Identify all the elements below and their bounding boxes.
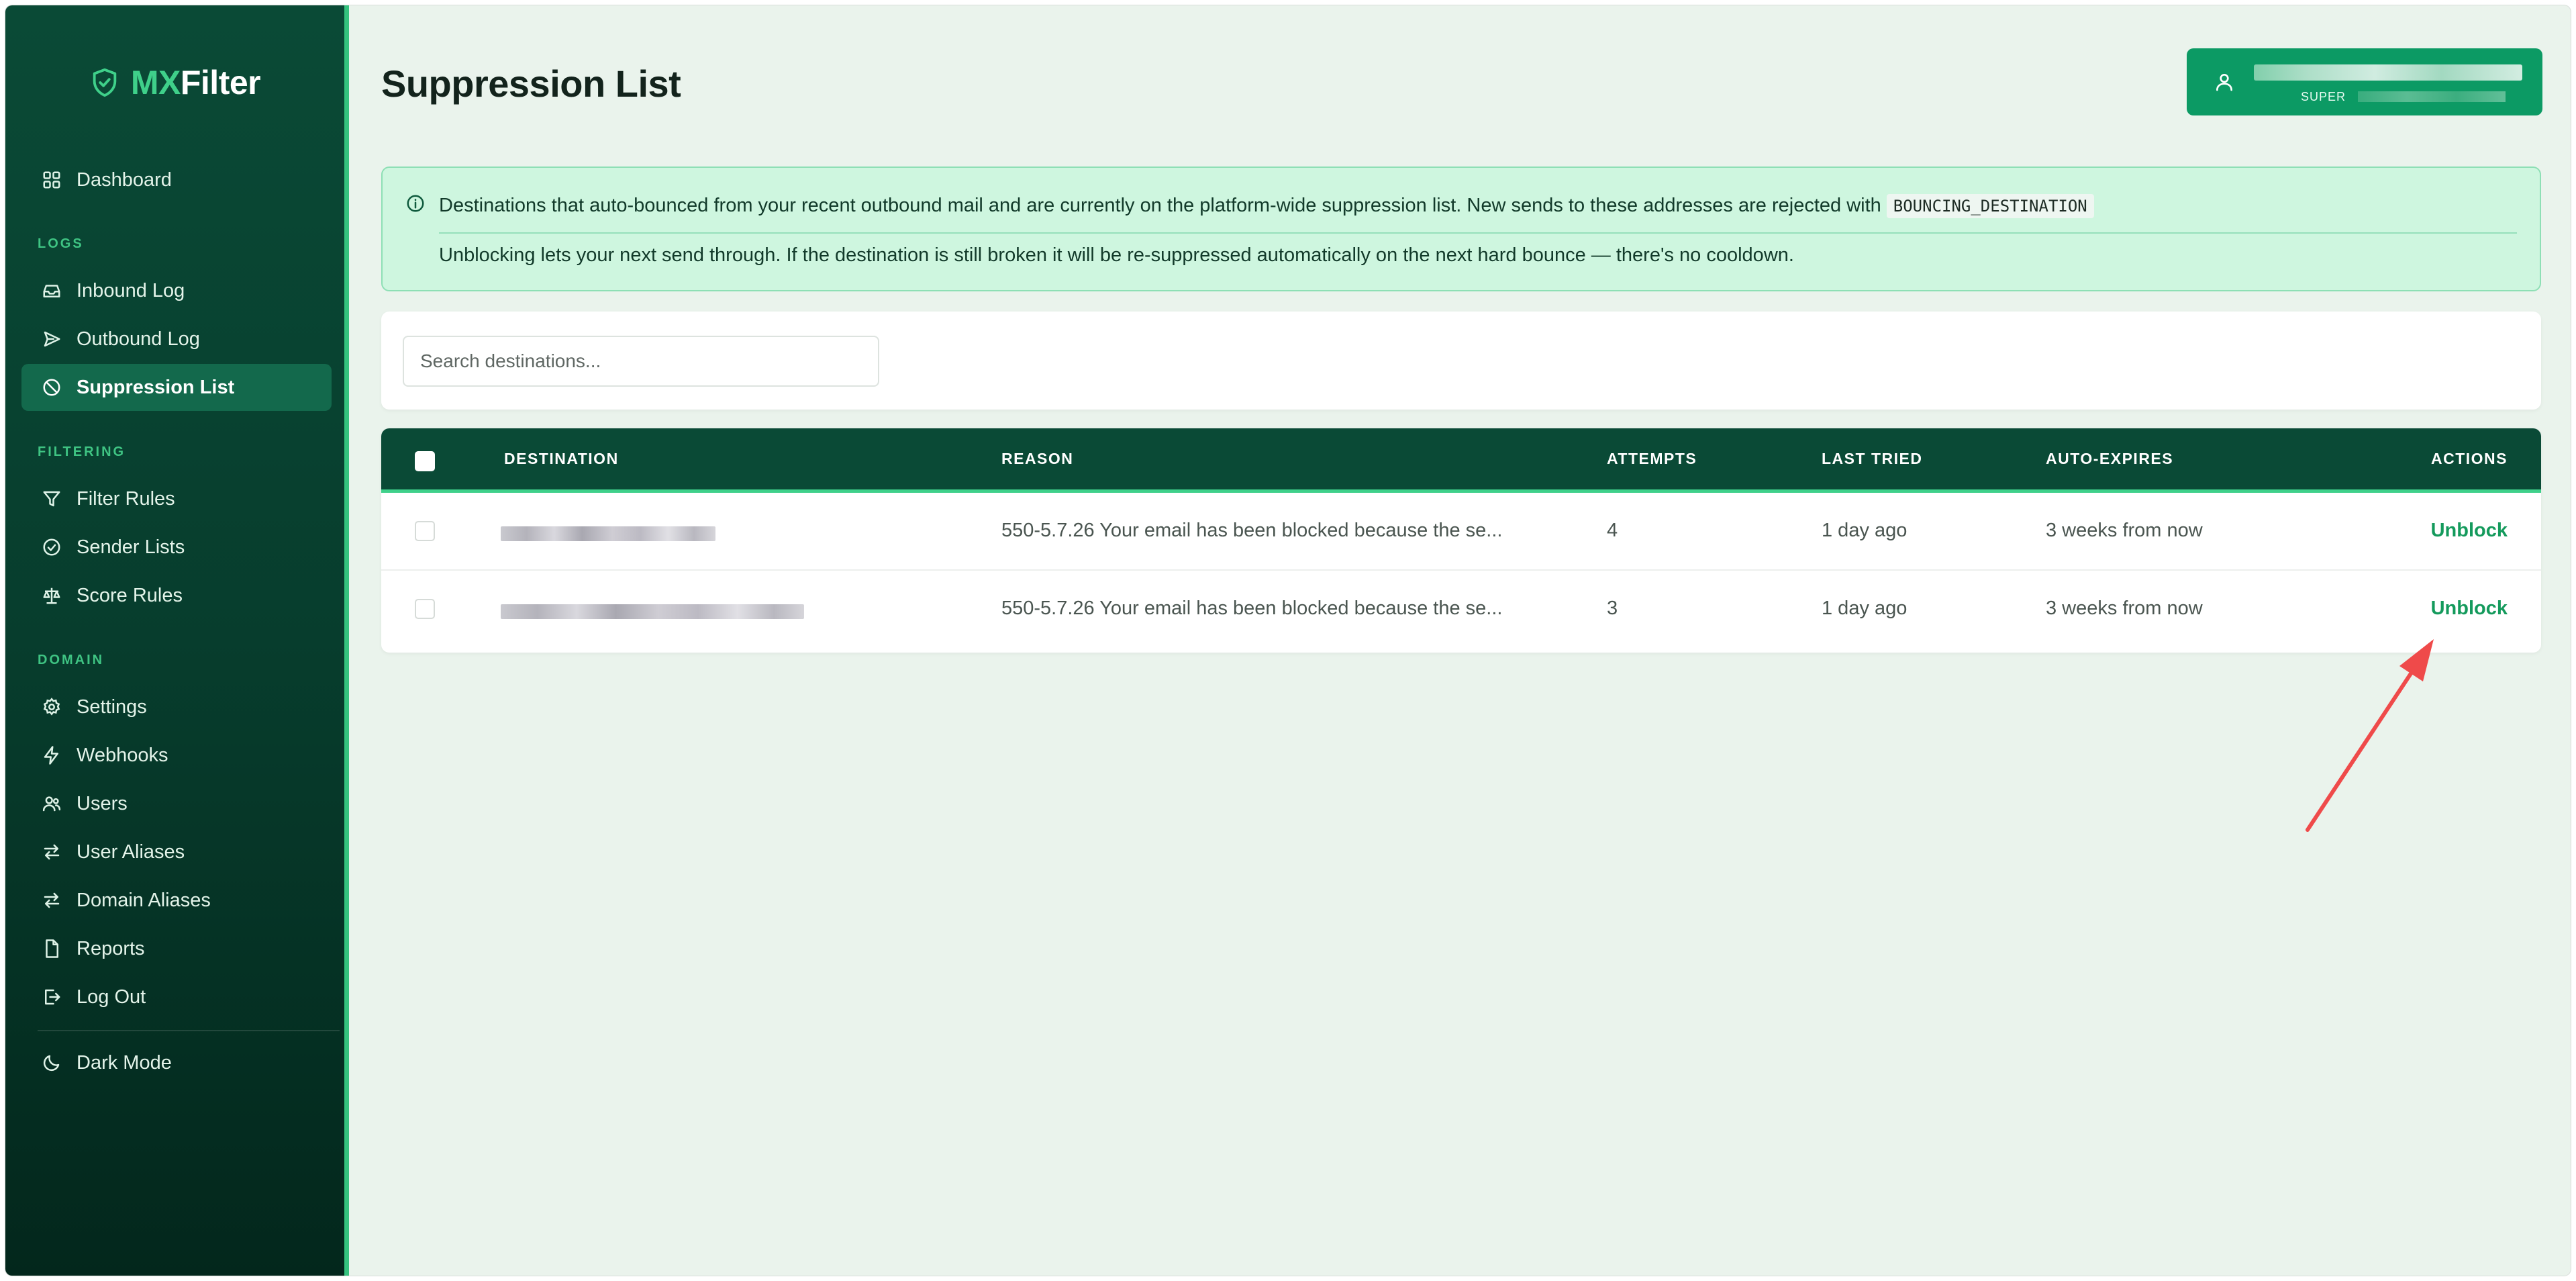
swap-icon (44, 844, 60, 860)
sidebar-item-label: Inbound Log (77, 279, 185, 301)
reason-cell: 550-5.7.26 Your email has been blocked b… (1001, 520, 1503, 541)
unblock-button[interactable]: Unblock (2431, 520, 2508, 542)
column-header-attempts[interactable]: ATTEMPTS (1607, 450, 1697, 468)
sidebar-item-settings[interactable]: Settings (21, 683, 332, 730)
section-domain: DOMAIN (38, 653, 105, 667)
user-menu-button[interactable]: SUPER (2187, 48, 2542, 115)
user-role-redacted (2358, 91, 2506, 102)
page-title: Suppression List (381, 62, 681, 105)
select-all-checkbox[interactable] (415, 451, 435, 471)
sidebar-divider (38, 1030, 340, 1031)
table-row: 550-5.7.26 Your email has been blocked b… (381, 571, 2541, 647)
moon-icon (43, 1055, 60, 1072)
send-icon (44, 331, 60, 347)
row-checkbox[interactable] (415, 521, 435, 541)
last-tried-cell: 1 day ago (1822, 520, 1908, 541)
dark-mode-toggle[interactable]: Dark Mode (21, 1039, 332, 1086)
logo[interactable]: MXFilter (5, 59, 344, 106)
sidebar-item-outbound-log[interactable]: Outbound Log (21, 316, 332, 363)
sidebar-item-domain-aliases[interactable]: Domain Aliases (21, 877, 332, 924)
sidebar-item-filter-rules[interactable]: Filter Rules (21, 475, 332, 522)
sidebar-item-label: Reports (77, 937, 145, 959)
sidebar-item-user-aliases[interactable]: User Aliases (21, 828, 332, 875)
sidebar-item-webhooks[interactable]: Webhooks (21, 732, 332, 779)
destination-redacted (501, 604, 804, 619)
last-tried-cell: 1 day ago (1822, 598, 1908, 619)
sidebar-item-dashboard[interactable]: Dashboard (21, 156, 332, 203)
grid-icon (43, 171, 60, 189)
auto-expires-cell: 3 weeks from now (2046, 520, 2203, 541)
app-window: MXFilter Dashboard LOGS Inbound Log Outb… (5, 5, 2571, 1276)
table-row: 550-5.7.26 Your email has been blocked b… (381, 493, 2541, 571)
sidebar: MXFilter Dashboard LOGS Inbound Log Outb… (5, 5, 349, 1276)
destination-redacted (501, 526, 715, 541)
sidebar-item-reports[interactable]: Reports (21, 925, 332, 972)
sidebar-item-label: Users (77, 792, 128, 814)
column-header-destination[interactable]: DESTINATION (504, 450, 619, 468)
error-code: BOUNCING_DESTINATION (1886, 194, 2094, 218)
sidebar-item-label: Sender Lists (77, 536, 185, 558)
swap-icon (44, 892, 60, 908)
reason-cell: 550-5.7.26 Your email has been blocked b… (1001, 598, 1503, 619)
section-filtering: FILTERING (38, 444, 126, 459)
column-header-last-tried[interactable]: LAST TRIED (1822, 450, 1922, 468)
column-header-actions: ACTIONS (2431, 450, 2508, 467)
sidebar-item-score-rules[interactable]: Score Rules (21, 572, 332, 619)
inbox-icon (43, 285, 60, 297)
sidebar-item-label: Score Rules (77, 584, 183, 606)
attempts-cell: 3 (1607, 598, 1618, 619)
sidebar-item-label: Outbound Log (77, 328, 200, 350)
user-icon (2216, 74, 2232, 91)
sidebar-item-label: Dashboard (77, 169, 172, 191)
dark-mode-label: Dark Mode (77, 1051, 172, 1074)
user-name-redacted (2254, 64, 2522, 81)
table-header: DESTINATION REASON ATTEMPTS LAST TRIED A… (381, 428, 2541, 493)
sidebar-item-log-out[interactable]: Log Out (21, 974, 332, 1021)
user-role: SUPER (2301, 90, 2346, 103)
suppression-table: DESTINATION REASON ATTEMPTS LAST TRIED A… (381, 428, 2541, 653)
logo-text: MXFilter (130, 63, 261, 102)
row-checkbox[interactable] (415, 599, 435, 619)
attempts-cell: 4 (1607, 520, 1618, 541)
column-header-reason[interactable]: REASON (1001, 450, 1073, 468)
logo-mx: MX (130, 64, 181, 101)
info-text-1-body: Destinations that auto-bounced from your… (439, 195, 1881, 216)
info-banner: Destinations that auto-bounced from your… (381, 167, 2541, 291)
info-text-2: Unblocking lets your next send through. … (439, 244, 1794, 266)
info-divider (439, 232, 2517, 234)
logout-icon (45, 989, 60, 1005)
auto-expires-cell: 3 weeks from now (2046, 598, 2203, 619)
section-logs: LOGS (38, 236, 84, 251)
document-icon (46, 939, 58, 958)
users-icon (42, 796, 61, 812)
sidebar-item-label: Domain Aliases (77, 889, 211, 911)
scale-icon (43, 587, 60, 604)
sidebar-item-suppression-list[interactable]: Suppression List (21, 364, 332, 411)
column-header-auto-expires[interactable]: AUTO-EXPIRES (2046, 450, 2173, 468)
unblock-button[interactable]: Unblock (2431, 598, 2508, 620)
search-input[interactable] (403, 336, 879, 387)
sidebar-item-label: Settings (77, 696, 147, 718)
sidebar-item-label: Webhooks (77, 744, 168, 766)
sidebar-item-label: Filter Rules (77, 487, 175, 510)
sidebar-item-label: Suppression List (77, 376, 235, 398)
filter-icon (43, 491, 60, 507)
info-icon (407, 195, 424, 212)
sidebar-item-label: Log Out (77, 986, 146, 1008)
sidebar-item-label: User Aliases (77, 841, 185, 863)
ban-icon (43, 379, 60, 396)
shield-check-icon (93, 68, 117, 97)
check-circle-icon (43, 538, 60, 556)
info-text-1: Destinations that auto-bounced from your… (439, 194, 2094, 218)
sidebar-item-inbound-log[interactable]: Inbound Log (21, 267, 332, 314)
sidebar-item-users[interactable]: Users (21, 780, 332, 827)
lightning-icon (44, 746, 58, 765)
gear-icon (43, 698, 60, 716)
sidebar-item-sender-lists[interactable]: Sender Lists (21, 524, 332, 571)
logo-filter: Filter (180, 64, 261, 101)
search-card (381, 312, 2541, 410)
